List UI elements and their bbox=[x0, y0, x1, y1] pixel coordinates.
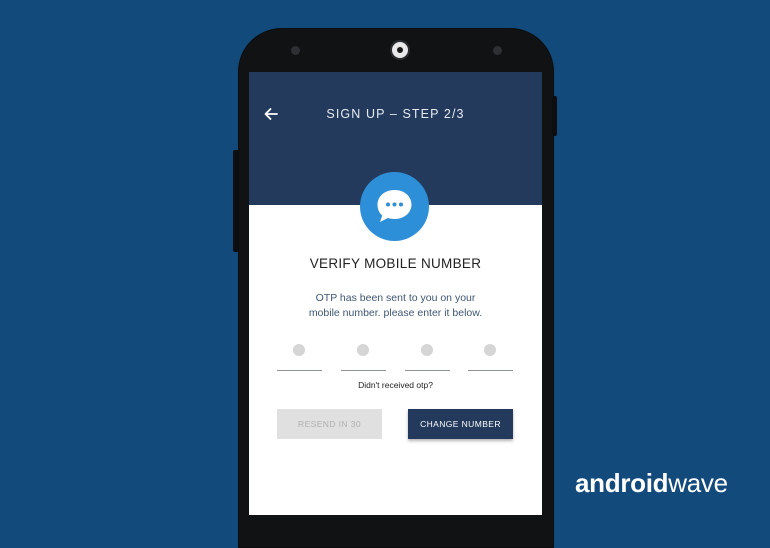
android-wave-logo: androidwave bbox=[575, 468, 728, 499]
resend-question: Didn't received otp? bbox=[358, 380, 433, 390]
otp-placeholder-dot bbox=[357, 344, 369, 356]
otp-placeholder-dot bbox=[293, 344, 305, 356]
otp-placeholder-dot bbox=[421, 344, 433, 356]
phone-side-button-right bbox=[552, 96, 557, 136]
phone-sensor-left bbox=[291, 46, 300, 55]
chat-bubble-icon bbox=[360, 172, 429, 241]
resend-button[interactable]: RESEND IN 30 bbox=[277, 409, 382, 439]
change-number-button[interactable]: CHANGE NUMBER bbox=[408, 409, 513, 439]
otp-digit-input-1[interactable] bbox=[277, 338, 322, 371]
otp-digit-input-4[interactable] bbox=[468, 338, 513, 371]
otp-instructions-line1: OTP has been sent to you on your bbox=[315, 292, 476, 304]
otp-instructions-line2: mobile number. please enter it below. bbox=[308, 307, 483, 319]
verify-heading: VERIFY MOBILE NUMBER bbox=[309, 256, 482, 271]
logo-text-android: android bbox=[575, 468, 669, 498]
logo-text-wave: wave bbox=[668, 468, 728, 498]
otp-digit-input-2[interactable] bbox=[341, 338, 386, 371]
phone-sensor-right bbox=[493, 46, 502, 55]
otp-digit-input-3[interactable] bbox=[405, 338, 450, 371]
otp-instructions: OTP has been sent to you on your mobile … bbox=[285, 291, 506, 321]
phone-camera bbox=[392, 42, 408, 58]
app-screen: SIGN UP – STEP 2/3 VERIFY MOBILE NUMBER … bbox=[249, 72, 542, 515]
otp-placeholder-dot bbox=[484, 344, 496, 356]
page-title: SIGN UP – STEP 2/3 bbox=[326, 107, 465, 121]
